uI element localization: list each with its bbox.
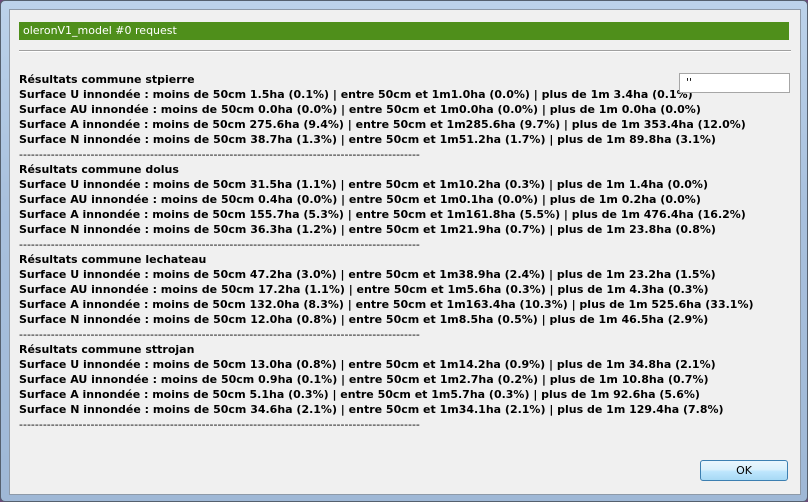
results-section-lechateau: Résultats commune lechateau Surface U in… [19,252,754,342]
result-line: Surface AU innondée : moins de 50cm 17.2… [19,283,709,296]
ok-button[interactable]: OK [700,460,788,481]
section-title: Résultats commune lechateau [19,253,207,266]
ok-button-label: OK [736,464,752,477]
result-line: Surface A innondée : moins de 50cm 155.7… [19,208,746,221]
result-line: Surface AU innondée : moins de 50cm 0.9h… [19,373,709,386]
dialog-client-area: oleronV1_model #0 request Résultats comm… [9,9,801,495]
section-title: Résultats commune sttrojan [19,343,195,356]
result-line: Surface N innondée : moins de 50cm 34.6h… [19,403,724,416]
result-line: Surface U innondée : moins de 50cm 47.2h… [19,268,716,281]
result-line: Surface AU innondée : moins de 50cm 0.4h… [19,193,701,206]
result-line: Surface A innondée : moins de 50cm 275.6… [19,118,746,131]
section-divider: ----------------------------------------… [19,148,420,161]
result-line: Surface N innondée : moins de 50cm 38.7h… [19,133,716,146]
section-divider: ----------------------------------------… [19,418,420,431]
results-text-area: Résultats commune stpierre Surface U inn… [19,72,754,452]
dialog-window-frame: oleronV1_model #0 request Résultats comm… [0,0,808,502]
results-section-stpierre: Résultats commune stpierre Surface U inn… [19,72,746,162]
result-line: Surface AU innondée : moins de 50cm 0.0h… [19,103,701,116]
section-title: Résultats commune dolus [19,163,179,176]
section-divider: ----------------------------------------… [19,328,420,341]
section-divider: ----------------------------------------… [19,238,420,251]
side-text-field[interactable]: '' [679,73,790,93]
header-separator [19,50,791,52]
result-line: Surface A innondée : moins de 50cm 132.0… [19,298,754,311]
section-title: Résultats commune stpierre [19,73,195,86]
result-line: Surface A innondée : moins de 50cm 5.1ha… [19,388,700,401]
results-section-dolus: Résultats commune dolus Surface U innond… [19,162,746,252]
result-line: Surface N innondée : moins de 50cm 12.0h… [19,313,709,326]
result-line: Surface U innondée : moins de 50cm 13.0h… [19,358,716,371]
results-section-sttrojan: Résultats commune sttrojan Surface U inn… [19,342,724,432]
result-line: Surface N innondée : moins de 50cm 36.3h… [19,223,716,236]
result-line: Surface U innondée : moins de 50cm 1.5ha… [19,88,693,101]
result-line: Surface U innondée : moins de 50cm 31.5h… [19,178,708,191]
request-title-bar: oleronV1_model #0 request [19,22,789,40]
